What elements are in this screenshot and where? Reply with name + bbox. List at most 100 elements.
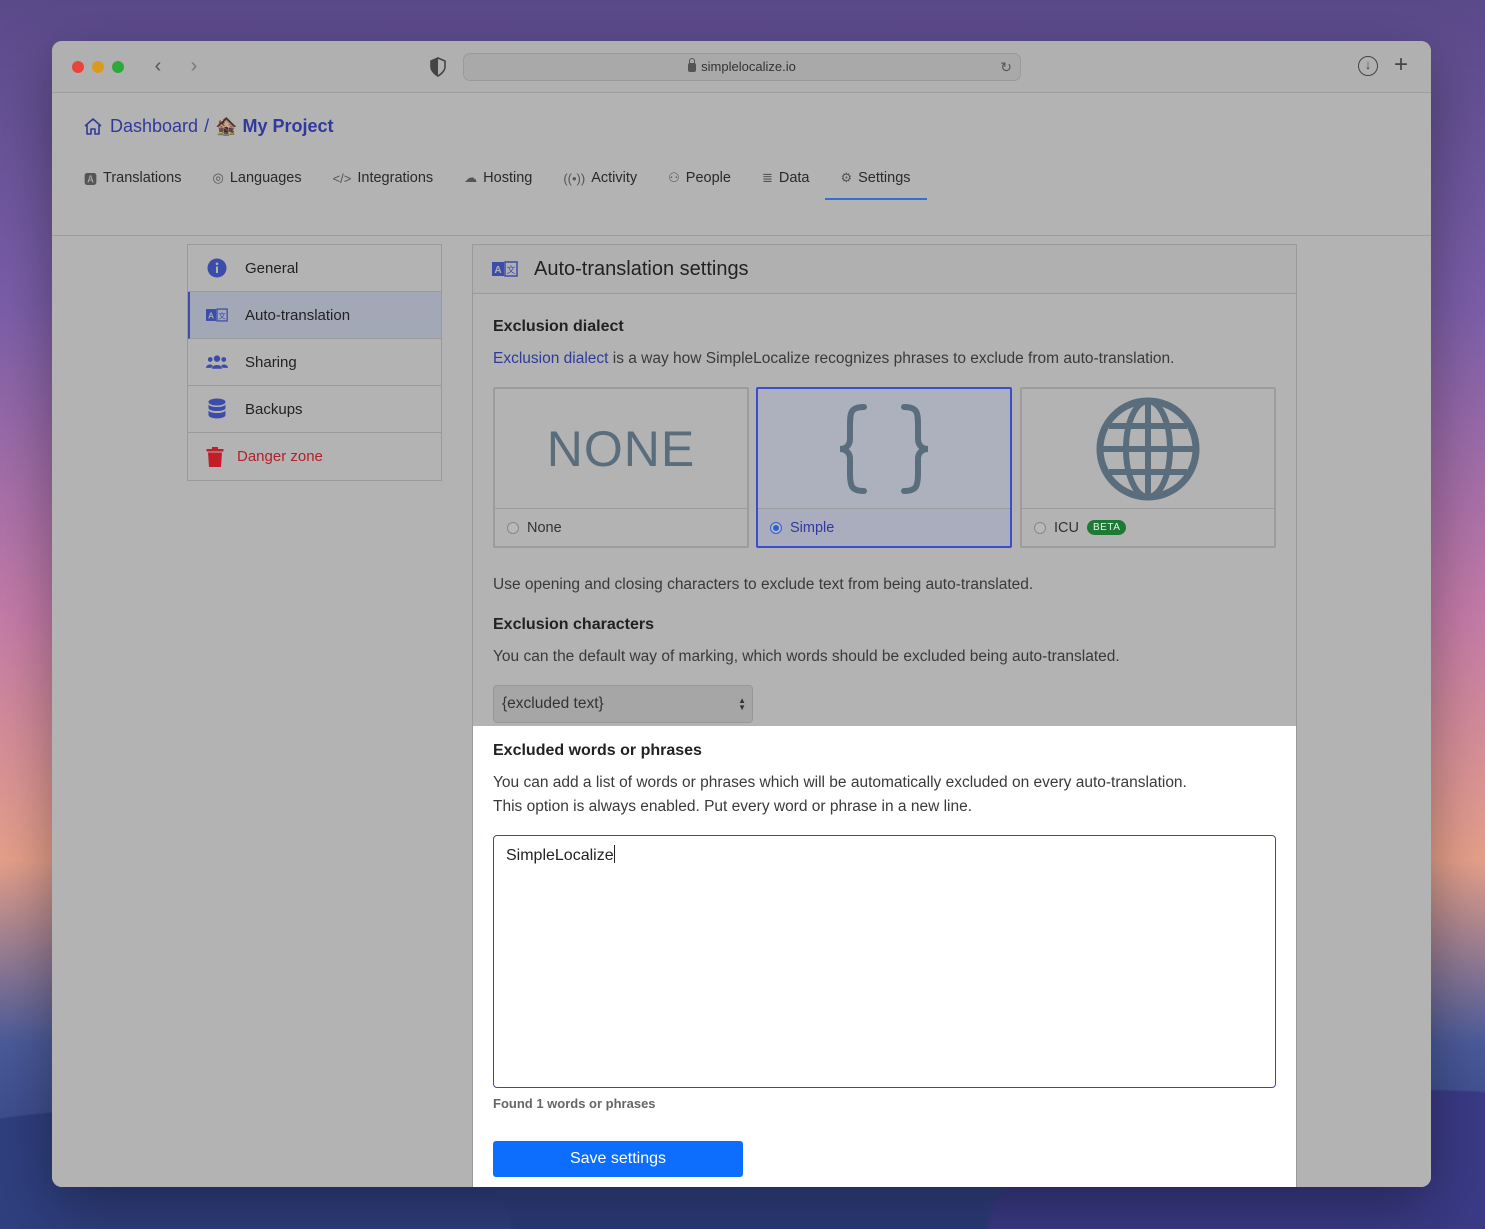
tab-people[interactable]: ⚇ People (668, 162, 731, 194)
select-value: {excluded text} (502, 695, 604, 712)
forward-arrow-icon[interactable]: › (183, 55, 205, 78)
tab-label: People (685, 170, 731, 186)
new-tab-icon[interactable]: + (1394, 51, 1408, 79)
found-count: Found 1 words or phrases (493, 1096, 656, 1111)
zoom-window-button[interactable] (112, 61, 124, 73)
tab-label: Hosting (483, 170, 533, 186)
panel-title: Auto-translation settings (534, 257, 749, 280)
download-icon[interactable]: ↓ (1358, 56, 1378, 76)
svg-text:A: A (208, 310, 214, 320)
dialect-option-footer: None (495, 508, 747, 546)
dialect-simple-radio[interactable] (770, 521, 782, 534)
sidebar-item-sharing[interactable]: Sharing (188, 339, 441, 386)
breadcrumb: Dashboard / 🏚️ My Project (83, 116, 334, 137)
tab-activity[interactable]: ((•)) Activity (563, 162, 637, 194)
tab-label: Languages (229, 170, 302, 186)
tab-languages[interactable]: ◎ Languages (212, 162, 301, 194)
textarea-value: SimpleLocalize (506, 847, 614, 864)
tab-label: Data (778, 170, 810, 186)
text-caret (613, 845, 615, 863)
close-window-button[interactable] (72, 61, 84, 73)
sidebar-item-label: Backups (245, 400, 303, 418)
sidebar-item-label: Sharing (245, 353, 297, 371)
dialect-option-label: None (527, 519, 562, 536)
breadcrumb-project-link[interactable]: My Project (243, 116, 334, 137)
trash-icon (204, 446, 226, 468)
minimize-window-button[interactable] (92, 61, 104, 73)
exclusion-characters-title: Exclusion characters (493, 616, 654, 633)
browser-toolbar: ‹ › simplelocalize.io ↻ ↓ + (52, 41, 1431, 93)
browser-window: ‹ › simplelocalize.io ↻ ↓ + Dashboard / … (52, 41, 1431, 1187)
gear-icon: ⚙ (840, 170, 853, 185)
exclusion-dialect-link[interactable]: Exclusion dialect (493, 350, 608, 367)
sidebar-item-label: General (245, 259, 299, 277)
tab-translations[interactable]: 🅰 Translations (84, 162, 181, 194)
exclusion-dialect-title: Exclusion dialect (493, 318, 624, 335)
dialect-option-footer: Simple (758, 508, 1010, 546)
select-arrows-icon: ▲ ▼ (738, 696, 746, 712)
database-icon: ≣ (761, 170, 773, 185)
globe-icon: ◎ (212, 170, 224, 185)
address-bar[interactable]: simplelocalize.io ↻ (463, 53, 1021, 81)
dialect-none-radio[interactable] (507, 521, 519, 534)
svg-text:文: 文 (506, 264, 515, 276)
tab-settings[interactable]: ⚙ Settings (825, 162, 927, 200)
project-emoji-icon: 🏚️ (215, 116, 238, 136)
breadcrumb-dashboard-link[interactable]: Dashboard (110, 116, 198, 137)
dialect-icu-radio[interactable] (1034, 521, 1046, 534)
exclusion-dialect-description-text: is a way how SimpleLocalize recognizes p… (608, 350, 1175, 367)
project-tabs: 🅰 Translations ◎ Languages </> Integrations… (84, 162, 942, 200)
sidebar-item-label: Danger zone (237, 448, 323, 465)
tabs-divider (52, 235, 1431, 236)
reload-icon[interactable]: ↻ (1000, 54, 1012, 80)
translate-icon: A文 (492, 261, 518, 277)
dialect-option-none[interactable]: NONE None (493, 387, 749, 548)
dialect-option-label: ICU (1054, 519, 1079, 536)
excluded-words-description-2: This option is always enabled. Put every… (493, 798, 973, 815)
excluded-words-description-1: You can add a list of words or phrases w… (493, 774, 1187, 791)
exclusion-characters-description: You can the default way of marking, whic… (493, 648, 1120, 665)
beta-badge: BETA (1086, 520, 1127, 535)
breadcrumb-separator: / (204, 116, 210, 136)
dialect-option-footer: ICU BETA (1022, 508, 1274, 546)
sidebar-item-label: Auto-translation (245, 306, 351, 324)
page-content: Dashboard / 🏚️ My Project 🅰 Translations … (52, 94, 1431, 1187)
save-settings-button[interactable]: Save settings (493, 1141, 743, 1177)
sidebar-item-danger-zone[interactable]: Danger zone (188, 433, 441, 480)
shield-icon[interactable] (430, 57, 446, 77)
database-icon (206, 398, 228, 420)
translate-icon: 🅰 (84, 171, 98, 187)
dialect-option-simple[interactable]: Simple (756, 387, 1012, 548)
tab-label: Integrations (357, 170, 434, 186)
auto-translation-panel: A文 Auto-translation settings Exclusion d… (472, 244, 1297, 1187)
sidebar-item-auto-translation[interactable]: A文 Auto-translation (188, 292, 441, 339)
tab-integrations[interactable]: </> Integrations (333, 162, 434, 194)
url-text: simplelocalize.io (701, 59, 796, 74)
code-icon: </> (332, 170, 352, 186)
tab-label: Settings (858, 170, 911, 186)
back-arrow-icon[interactable]: ‹ (147, 55, 169, 78)
home-icon (84, 117, 102, 135)
sidebar-item-backups[interactable]: Backups (188, 386, 441, 433)
exclusion-characters-select[interactable]: {excluded text} ▲ ▼ (493, 685, 753, 723)
none-art-text: NONE (546, 421, 696, 477)
braces-icon (839, 404, 929, 494)
dialect-option-label: Simple (790, 519, 835, 536)
sidebar-item-general[interactable]: General (188, 245, 441, 292)
tab-label: Activity (591, 170, 638, 186)
info-icon (206, 257, 228, 279)
broadcast-icon: ((•)) (563, 170, 586, 186)
translate-icon: A文 (206, 304, 228, 326)
people-icon (206, 351, 228, 373)
tab-hosting[interactable]: ☁ Hosting (464, 162, 532, 194)
excluded-words-textarea[interactable]: SimpleLocalize (493, 835, 1276, 1088)
tab-data[interactable]: ≣ Data (762, 162, 810, 194)
dialect-option-icu[interactable]: ICU BETA (1020, 387, 1276, 548)
people-icon: ⚇ (668, 170, 680, 185)
lock-icon (688, 58, 697, 72)
svg-text:文: 文 (218, 310, 226, 320)
excluded-words-title: Excluded words or phrases (493, 742, 702, 759)
settings-sidebar: General A文 Auto-translation Sharing Back… (187, 244, 442, 481)
svg-text:A: A (494, 265, 501, 276)
cloud-icon: ☁ (464, 170, 478, 185)
